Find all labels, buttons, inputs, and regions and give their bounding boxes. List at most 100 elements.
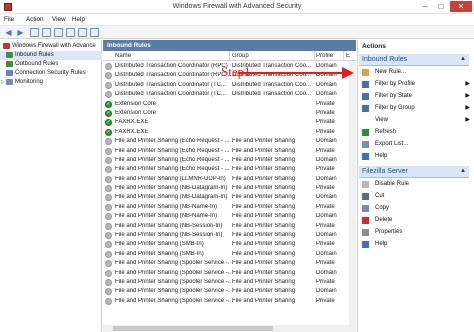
table-row[interactable]: File and Printer Sharing (Spooler Servic… bbox=[103, 269, 356, 278]
show-hide-action-pane-icon[interactable] bbox=[90, 28, 99, 37]
tree-item-label: Monitoring bbox=[15, 79, 44, 85]
collapse-icon[interactable]: ▲ bbox=[460, 168, 466, 174]
action-refresh[interactable]: Refresh bbox=[362, 127, 470, 138]
tree-item-label: Outbound Rules bbox=[15, 61, 59, 67]
action-help[interactable]: Help bbox=[362, 239, 470, 250]
menu-view[interactable]: View bbox=[52, 16, 66, 23]
tree-item-inbound-rules[interactable]: Inbound Rules bbox=[0, 51, 102, 60]
action-label: Filter by Profile bbox=[375, 81, 416, 87]
action-label: Disable Rule bbox=[375, 181, 410, 187]
action-help[interactable]: Help bbox=[362, 151, 470, 162]
tree-root[interactable]: Windows Firewall with Advance bbox=[0, 42, 102, 51]
table-row[interactable]: ✓ Extension Core Private bbox=[103, 100, 356, 109]
maximize-button[interactable]: □ bbox=[434, 1, 448, 12]
column-enabled[interactable]: E bbox=[346, 53, 352, 59]
menu-help[interactable]: Help bbox=[72, 16, 85, 23]
table-row[interactable]: ✓ FAXRX.EXE Private bbox=[103, 118, 356, 127]
column-profile[interactable]: Profile bbox=[316, 53, 342, 59]
rule-disabled-icon bbox=[105, 241, 112, 249]
rule-disabled-icon bbox=[105, 175, 112, 183]
action-filter-by-profile[interactable]: Filter by Profile ▶ bbox=[362, 79, 470, 90]
table-row[interactable]: File and Printer Sharing (SMB-In) File an… bbox=[103, 250, 356, 259]
rule-name: File and Printer Sharing (NB-Session-In) bbox=[115, 232, 223, 239]
rule-disabled-icon bbox=[105, 63, 112, 70]
action-export-list[interactable]: Export List... bbox=[362, 139, 470, 150]
refresh-toolbar-icon[interactable] bbox=[54, 28, 63, 37]
table-row[interactable]: File and Printer Sharing (NB-Session-In)… bbox=[103, 222, 356, 231]
table-row[interactable]: File and Printer Sharing (NB-Name-In) Fil… bbox=[103, 212, 356, 221]
vertical-scrollbar[interactable] bbox=[349, 62, 356, 332]
forward-arrow-icon[interactable]: ▶ bbox=[16, 28, 25, 37]
export-toolbar-icon[interactable] bbox=[66, 28, 75, 37]
table-row[interactable]: File and Printer Sharing (NB-Datagram-In… bbox=[103, 193, 356, 202]
table-row[interactable]: File and Printer Sharing (SMB-In) File an… bbox=[103, 240, 356, 249]
action-label: Help bbox=[375, 241, 388, 247]
tree-item-monitoring[interactable]: ▷ Monitoring bbox=[0, 78, 102, 87]
table-row[interactable]: Distributed Transaction Coordinator (TC.… bbox=[103, 81, 356, 90]
table-row[interactable]: File and Printer Sharing (Echo Request -… bbox=[103, 165, 356, 174]
table-row[interactable]: ✓ Extension Core Private bbox=[103, 109, 356, 118]
rule-name: File and Printer Sharing (Spooler Servic… bbox=[115, 269, 229, 276]
back-arrow-icon[interactable]: ◀ bbox=[4, 28, 13, 37]
table-row[interactable]: File and Printer Sharing (Echo Request -… bbox=[103, 147, 356, 156]
column-separator[interactable] bbox=[229, 51, 230, 61]
table-row[interactable]: File and Printer Sharing (NB-Datagram-In… bbox=[103, 184, 356, 193]
table-row[interactable]: File and Printer Sharing (Spooler Servic… bbox=[103, 287, 356, 296]
horizontal-scrollbar[interactable] bbox=[103, 325, 356, 332]
tree-item-outbound-rules[interactable]: Outbound Rules bbox=[0, 60, 102, 69]
rule-name: File and Printer Sharing (Echo Request -… bbox=[115, 147, 229, 154]
scrollbar-thumb[interactable] bbox=[113, 326, 273, 331]
rule-group: File and Printer Sharing bbox=[232, 241, 296, 248]
action-view[interactable]: View ▶ bbox=[362, 115, 470, 126]
action-delete[interactable]: Delete bbox=[362, 215, 470, 226]
rule-profile: Private bbox=[316, 278, 335, 285]
action-cut[interactable]: Cut bbox=[362, 191, 470, 202]
rule-name: Distributed Transaction Coordinator (TC.… bbox=[115, 81, 227, 88]
rule-profile: Domain bbox=[316, 194, 337, 201]
action-copy[interactable]: Copy bbox=[362, 203, 470, 214]
actions-section-inbound-rules[interactable]: Inbound Rules ▲ bbox=[359, 54, 469, 66]
rule-profile: Domain bbox=[316, 269, 337, 276]
action-filter-by-group[interactable]: Filter by Group ▶ bbox=[362, 103, 470, 114]
rule-group: File and Printer Sharing bbox=[232, 175, 296, 182]
rule-name: File and Printer Sharing (NB-Name-In) bbox=[115, 203, 218, 210]
tree-item-connection-security-rules[interactable]: Connection Security Rules bbox=[0, 69, 102, 78]
rule-name: Distributed Transaction Coordinator (RPC… bbox=[115, 63, 228, 69]
section-label: Filezilla Server bbox=[362, 168, 408, 175]
column-separator[interactable] bbox=[314, 51, 315, 61]
actions-section-filezilla-server[interactable]: Filezilla Server ▲ bbox=[359, 166, 469, 178]
rule-name: File and Printer Sharing (Echo Request -… bbox=[115, 138, 229, 145]
close-button[interactable]: ✕ bbox=[450, 1, 472, 12]
rule-name: File and Printer Sharing (LLMNR-UDP-In) bbox=[115, 175, 226, 182]
action-disable-rule[interactable]: Disable Rule bbox=[362, 179, 470, 190]
action-properties[interactable]: Properties bbox=[362, 227, 470, 238]
tree-item-label: Connection Security Rules bbox=[15, 70, 86, 76]
refresh-icon bbox=[362, 129, 369, 136]
collapse-icon[interactable]: ▲ bbox=[460, 56, 466, 62]
table-row[interactable]: File and Printer Sharing (Spooler Servic… bbox=[103, 259, 356, 268]
table-row[interactable]: File and Printer Sharing (Echo Request -… bbox=[103, 137, 356, 146]
table-row[interactable]: ✓ FAXRX.EXE Private bbox=[103, 128, 356, 137]
table-row[interactable]: File and Printer Sharing (NB-Session-In)… bbox=[103, 231, 356, 240]
menu-action[interactable]: Action bbox=[26, 16, 44, 23]
show-hide-console-tree-icon[interactable] bbox=[30, 28, 39, 37]
help-toolbar-icon[interactable] bbox=[78, 28, 87, 37]
action-new-rule[interactable]: New Rule... bbox=[362, 67, 470, 78]
table-row[interactable]: File and Printer Sharing (LLMNR-UDP-In) F… bbox=[103, 175, 356, 184]
menu-file[interactable]: File bbox=[4, 16, 14, 23]
table-row[interactable]: File and Printer Sharing (Spooler Servic… bbox=[103, 297, 356, 306]
table-row[interactable]: File and Printer Sharing (Echo Request -… bbox=[103, 156, 356, 165]
table-row[interactable]: Distributed Transaction Coordinator (TC.… bbox=[103, 90, 356, 99]
column-group[interactable]: Group bbox=[232, 53, 312, 59]
properties-toolbar-icon[interactable] bbox=[42, 28, 51, 37]
rule-group: File and Printer Sharing bbox=[232, 278, 296, 285]
column-separator[interactable] bbox=[343, 51, 344, 61]
action-label: Filter by State bbox=[375, 93, 413, 99]
expand-icon[interactable]: ▷ bbox=[1, 79, 5, 85]
table-row[interactable]: File and Printer Sharing (NB-Name-In) Fil… bbox=[103, 203, 356, 212]
table-row[interactable]: File and Printer Sharing (Spooler Servic… bbox=[103, 278, 356, 287]
firewall-icon bbox=[3, 43, 10, 49]
column-name[interactable]: Name bbox=[115, 53, 225, 59]
action-filter-by-state[interactable]: Filter by State ▶ bbox=[362, 91, 470, 102]
minimize-button[interactable]: – bbox=[418, 1, 432, 12]
